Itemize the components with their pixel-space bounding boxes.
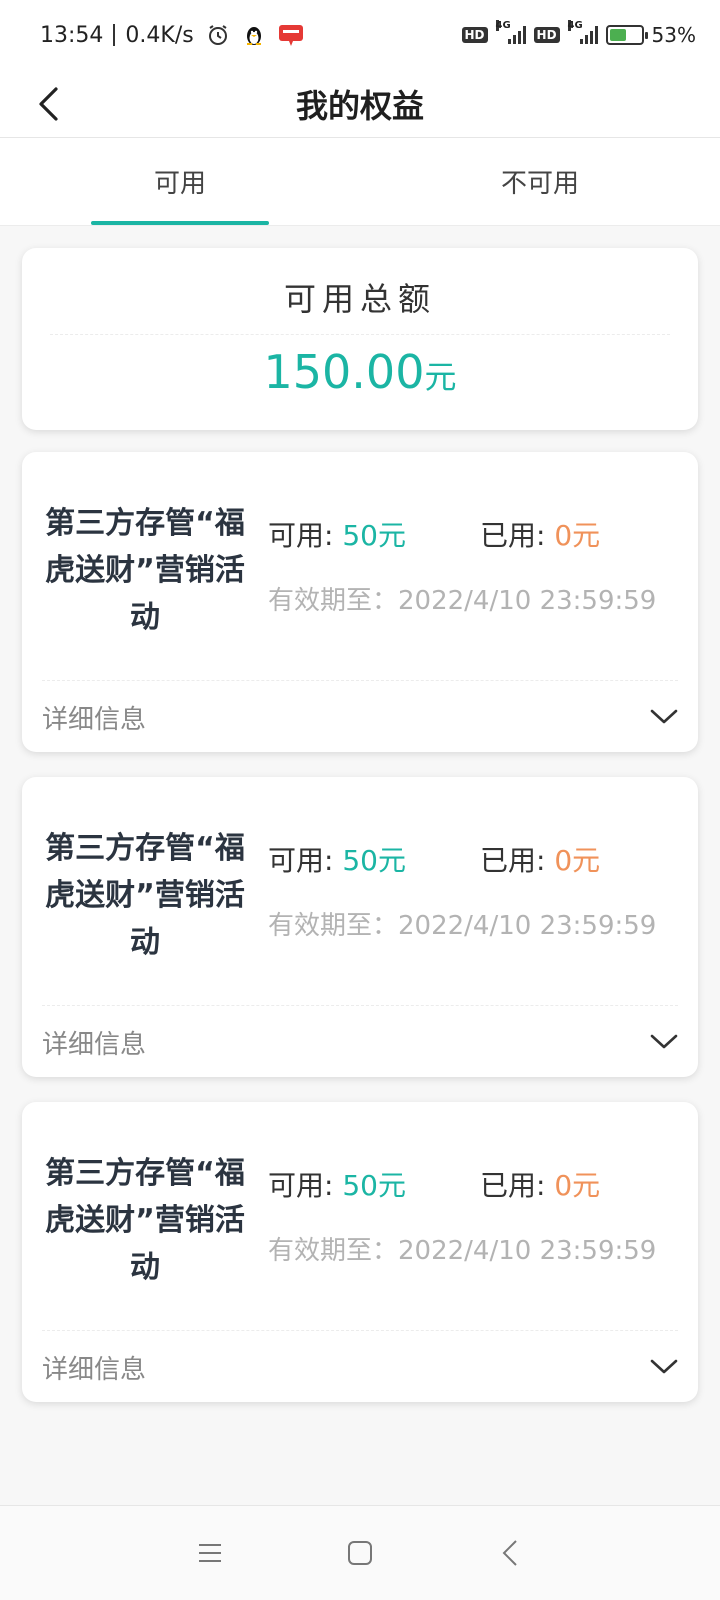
coupon-info: 可用: 50元 已用: 0元 有效期至：2022/4/10 23:59:59 <box>268 839 678 942</box>
coupon-name: 第三方存管“福虎送财”营销活动 <box>45 506 245 635</box>
menu-icon <box>199 1544 221 1562</box>
status-time: 13:54 <box>40 22 104 48</box>
coupon-name: 第三方存管“福虎送财”营销活动 <box>45 831 245 960</box>
usage-row: 可用: 50元 已用: 0元 <box>268 839 678 879</box>
used-value: 0元 <box>554 519 601 552</box>
home-button[interactable] <box>340 1533 380 1573</box>
system-nav-bar <box>0 1505 720 1600</box>
status-right: HD 4G HD 4G 53% <box>461 20 696 47</box>
back-button[interactable] <box>26 82 70 126</box>
available-label: 可用: <box>268 519 343 552</box>
network-speed: 0.4K/s <box>125 22 194 48</box>
chevron-left-icon <box>39 87 58 121</box>
app-notification-icon <box>278 23 304 47</box>
qq-penguin-icon <box>242 23 266 47</box>
details-label: 详细信息 <box>42 1354 147 1385</box>
coupon-card: 第三方存管“福虎送财”营销活动 可用: 50元 已用: 0元 有效期至：2022… <box>22 452 698 752</box>
coupon-card: 第三方存管“福虎送财”营销活动 可用: 50元 已用: 0元 有效期至：2022… <box>22 1102 698 1402</box>
coupon-name: 第三方存管“福虎送财”营销活动 <box>45 1156 245 1285</box>
total-available-amount: 150.00元 <box>22 345 698 399</box>
tab-unavailable[interactable]: 不可用 <box>360 138 720 225</box>
available-value: 50元 <box>342 1169 406 1202</box>
hd-badge-2: HD <box>533 27 560 43</box>
back-triangle-icon <box>502 1540 517 1566</box>
details-toggle[interactable]: 详细信息 <box>42 1013 678 1071</box>
used-label: 已用: <box>480 1169 555 1202</box>
battery-icon <box>605 25 648 45</box>
coupon-divider <box>42 1005 678 1006</box>
summary-divider <box>50 334 670 335</box>
battery-fill <box>609 29 626 41</box>
network-type: 4G <box>495 20 511 31</box>
expiry-date: 有效期至：2022/4/10 23:59:59 <box>268 911 657 941</box>
battery-percent: 53% <box>651 23 696 47</box>
chevron-down-icon <box>650 709 678 724</box>
available-amount: 可用: 50元 <box>268 514 480 554</box>
available-value: 50元 <box>342 844 406 877</box>
usage-row: 可用: 50元 已用: 0元 <box>268 514 678 554</box>
tab-bar: 可用 不可用 <box>0 138 720 226</box>
available-amount: 可用: 50元 <box>268 1164 480 1204</box>
coupon-info: 可用: 50元 已用: 0元 有效期至：2022/4/10 23:59:59 <box>268 1164 678 1267</box>
status-separator <box>113 24 116 46</box>
expiry-date: 有效期至：2022/4/10 23:59:59 <box>268 1236 657 1266</box>
coupon-divider <box>42 1330 678 1331</box>
amount-unit: 元 <box>424 358 457 396</box>
expiry-date: 有效期至：2022/4/10 23:59:59 <box>268 586 657 616</box>
details-toggle[interactable]: 详细信息 <box>42 1338 678 1396</box>
used-label: 已用: <box>480 519 555 552</box>
used-label: 已用: <box>480 844 555 877</box>
hd-badge: HD <box>461 27 488 43</box>
menu-button[interactable] <box>190 1533 230 1573</box>
details-label: 详细信息 <box>42 1029 147 1060</box>
details-label: 详细信息 <box>42 704 147 735</box>
chevron-down-icon <box>650 1359 678 1374</box>
total-available-card: 可用总额 150.00元 <box>22 248 698 430</box>
coupon-info: 可用: 50元 已用: 0元 有效期至：2022/4/10 23:59:59 <box>268 514 678 617</box>
available-amount: 可用: 50元 <box>268 839 480 879</box>
tab-available[interactable]: 可用 <box>0 138 360 225</box>
chevron-down-icon <box>650 1034 678 1049</box>
header: 我的权益 <box>0 70 720 138</box>
used-amount: 已用: 0元 <box>480 1164 600 1204</box>
signal-icon: 4G <box>495 20 526 44</box>
status-bar: 13:54 0.4K/s HD 4G HD 4G 53% <box>0 0 720 70</box>
coupon-card: 第三方存管“福虎送财”营销活动 可用: 50元 已用: 0元 有效期至：2022… <box>22 777 698 1077</box>
status-left: 13:54 0.4K/s <box>40 23 304 48</box>
details-toggle[interactable]: 详细信息 <box>42 688 678 746</box>
usage-row: 可用: 50元 已用: 0元 <box>268 1164 678 1204</box>
page-title: 我的权益 <box>295 86 424 125</box>
available-label: 可用: <box>268 844 343 877</box>
total-available-label: 可用总额 <box>283 280 436 318</box>
network-type-2: 4G <box>567 20 583 31</box>
signal-icon-2: 4G <box>567 20 598 44</box>
used-amount: 已用: 0元 <box>480 514 600 554</box>
amount-value: 150.00 <box>263 345 425 399</box>
coupon-divider <box>42 680 678 681</box>
alarm-icon <box>206 23 230 47</box>
system-back-button[interactable] <box>490 1533 530 1573</box>
used-amount: 已用: 0元 <box>480 839 600 879</box>
available-label: 可用: <box>268 1169 343 1202</box>
home-square-icon <box>348 1541 372 1565</box>
used-value: 0元 <box>554 1169 601 1202</box>
used-value: 0元 <box>554 844 601 877</box>
available-value: 50元 <box>342 519 406 552</box>
